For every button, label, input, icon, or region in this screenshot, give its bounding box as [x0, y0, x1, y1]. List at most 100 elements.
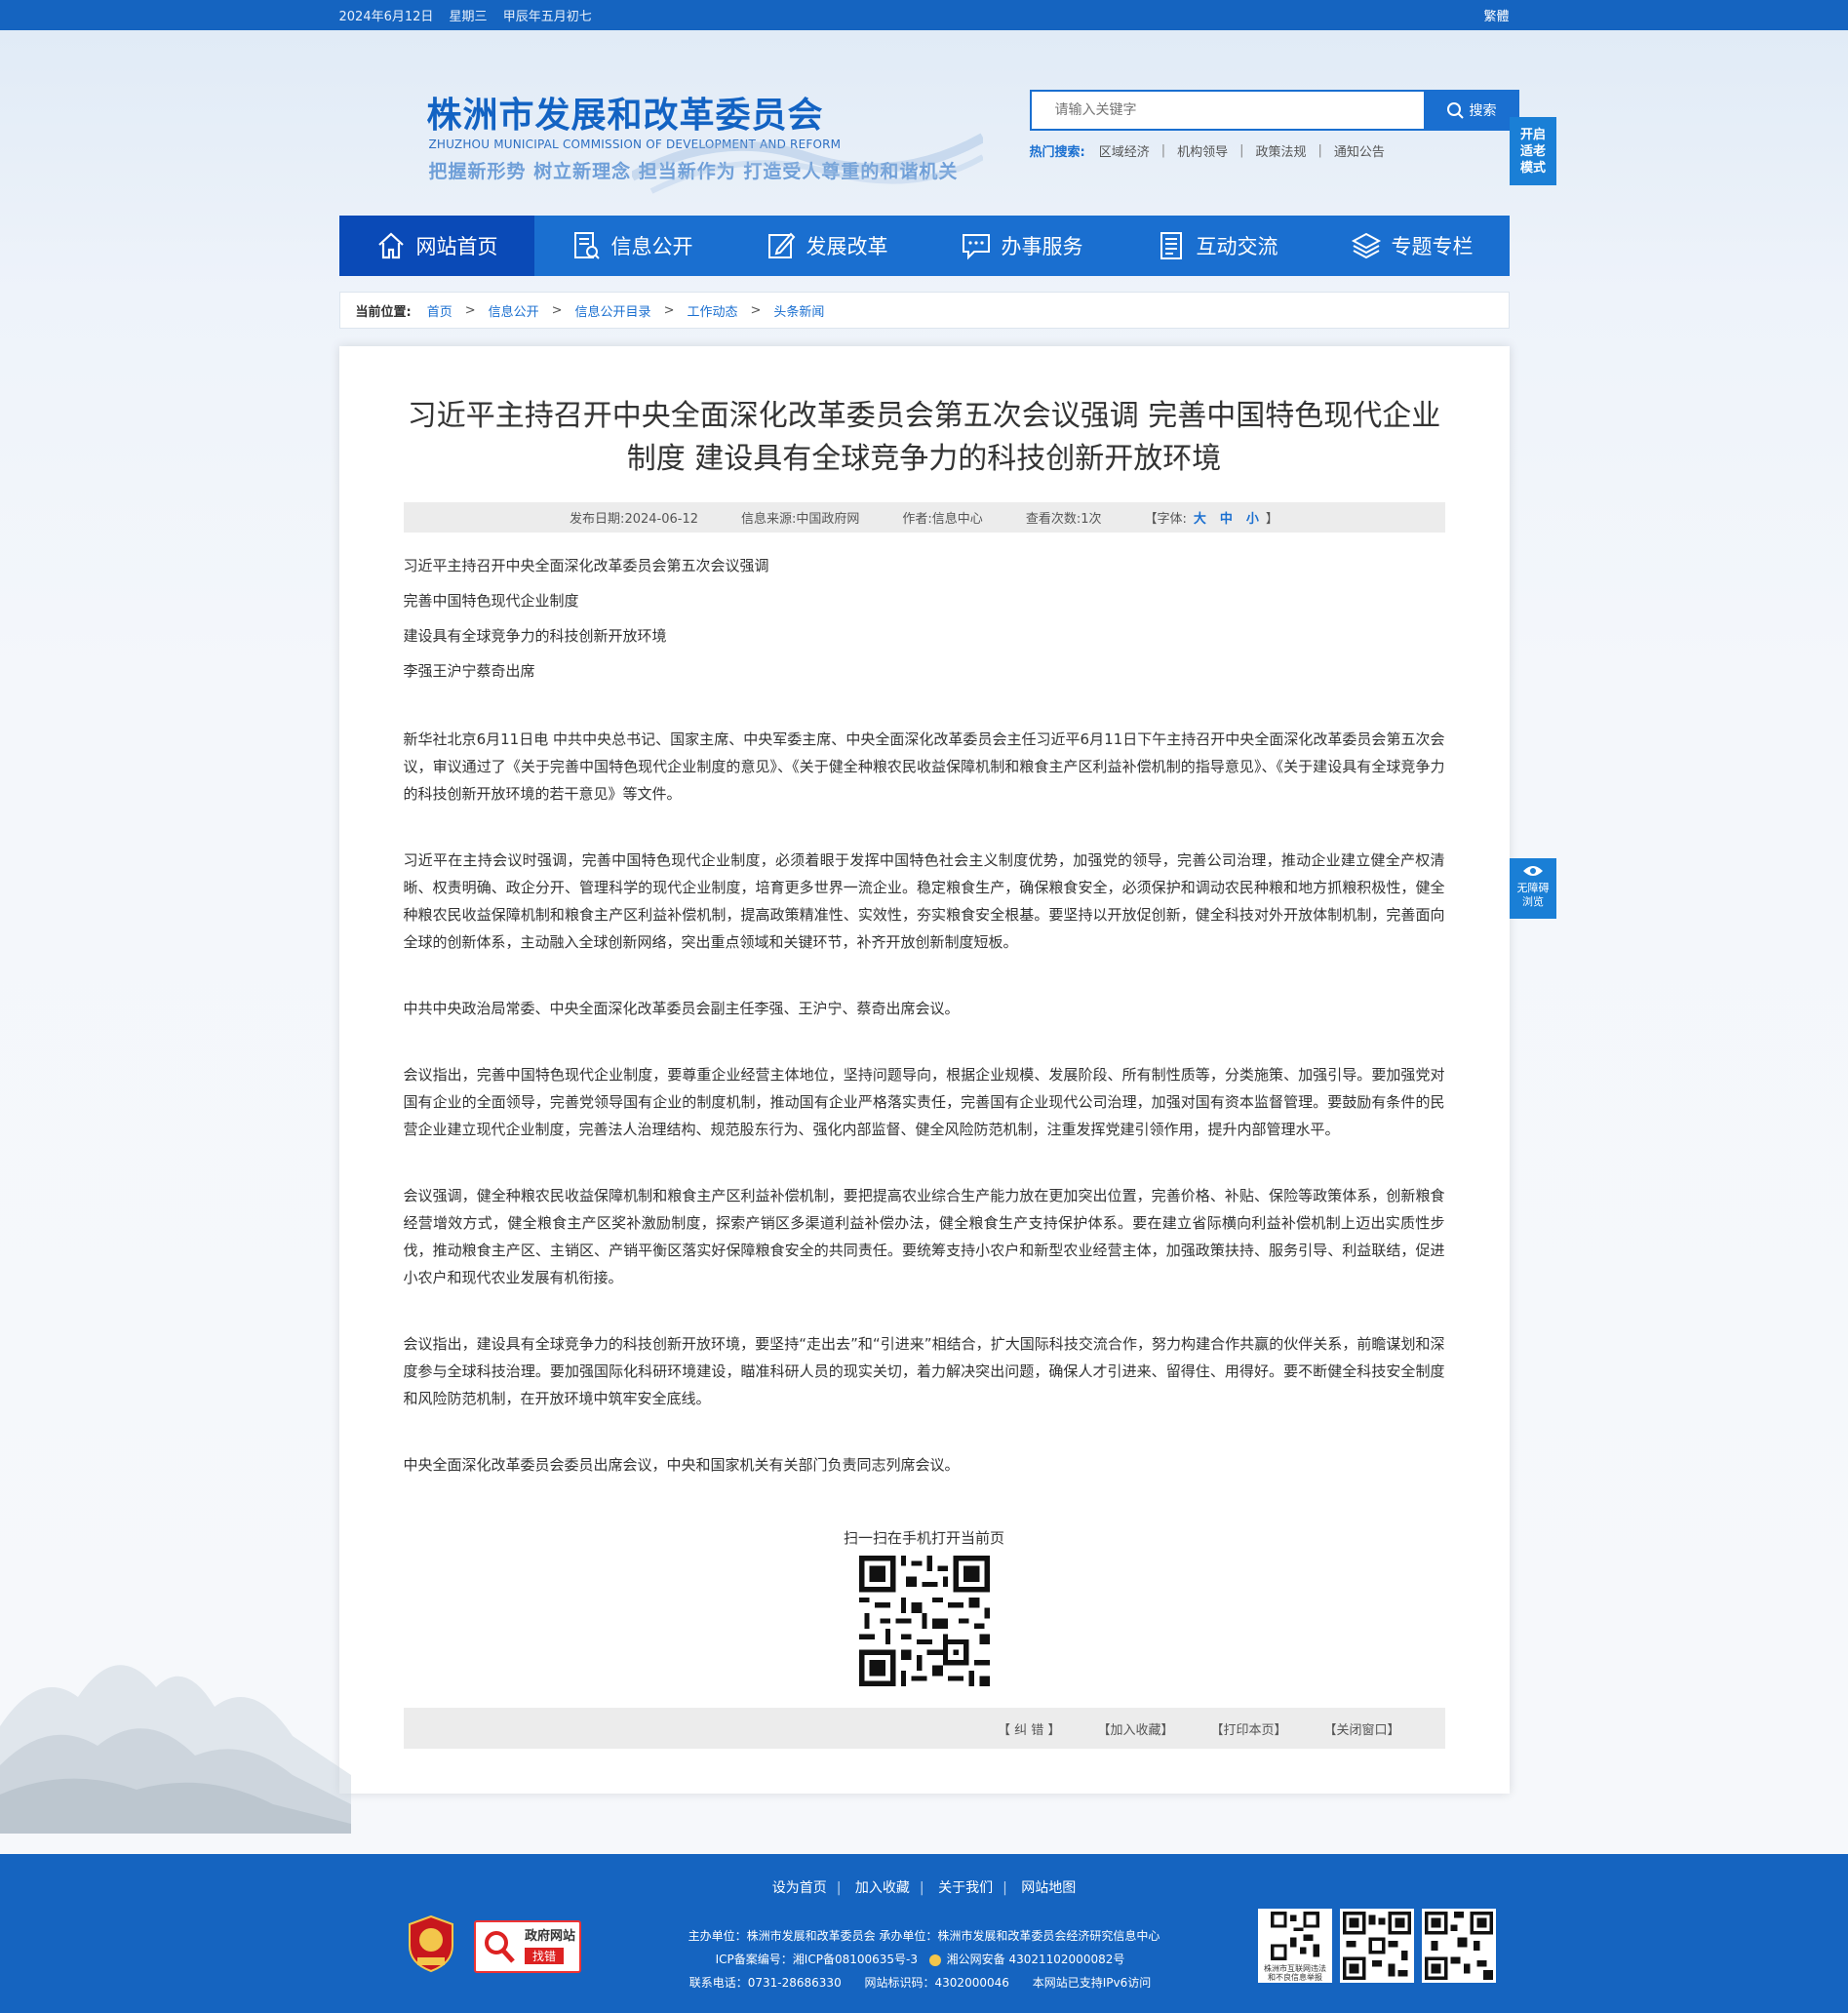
- meta-value: 信息中心: [931, 512, 983, 527]
- ipv6-notice: 本网站已支持IPv6访问: [1032, 1976, 1152, 1990]
- breadcrumb-label: 当前位置:: [355, 304, 412, 320]
- footer-links: 设为首页 | 加入收藏 | 关于我们 | 网站地图: [0, 1877, 1848, 1897]
- date-text: 2024年6月12日: [338, 10, 434, 24]
- hot-search-link[interactable]: 机构领导: [1177, 141, 1228, 160]
- meta-value: 2024-06-12: [624, 512, 698, 527]
- about-us-link[interactable]: 关于我们: [938, 1880, 993, 1896]
- nav-label: 专题专栏: [1391, 235, 1474, 258]
- search-input[interactable]: [1029, 90, 1424, 131]
- main-nav: 网站首页 信息公开 发展改革 办事服务 互动交流 专题专栏: [338, 216, 1510, 276]
- breadcrumb-link[interactable]: 头条新闻: [773, 301, 824, 320]
- article-card: 习近平主持召开中央全面深化改革委员会第五次会议强调 完善中国特色现代企业制度 建…: [338, 346, 1510, 1794]
- article-subtitle: 建设具有全球竞争力的科技创新开放环境: [403, 627, 667, 645]
- font-small-link[interactable]: 小: [1246, 512, 1259, 527]
- publish-date: 发布日期:2024-06-12: [570, 508, 698, 527]
- article-paragraph: 会议指出，建设具有全球竞争力的科技创新开放环境，要坚持“走出去”和“引进来”相结…: [403, 1335, 1445, 1407]
- layers-icon: [1351, 232, 1381, 259]
- weibo-qr-code[interactable]: [1422, 1909, 1496, 1983]
- breadcrumb-link[interactable]: 信息公开目录: [575, 301, 651, 320]
- meta-label: 作者:: [902, 512, 932, 527]
- elder-mode-button[interactable]: 开启 适老 模式: [1510, 117, 1556, 185]
- page-qr-code: [858, 1556, 990, 1686]
- police-badge-icon: [928, 1954, 941, 1966]
- hot-search-link[interactable]: 通知公告: [1334, 141, 1385, 160]
- nav-label: 网站首页: [415, 235, 498, 258]
- search-button[interactable]: 搜索: [1423, 90, 1519, 131]
- edit-icon: [767, 232, 795, 258]
- nav-item-services[interactable]: 办事服务: [924, 216, 1120, 276]
- weekday-text: 星期三: [449, 10, 488, 24]
- lunar-date-text: 甲辰年五月初七: [502, 10, 592, 24]
- hot-search-label: 热门搜索:: [1029, 145, 1085, 160]
- nav-label: 信息公开: [610, 235, 693, 258]
- hot-search-link[interactable]: 区域经济: [1099, 141, 1150, 160]
- footer-contact-line: 联系电话：0731-28686330 网站标识码：4302000046 本网站已…: [0, 1971, 1848, 1994]
- breadcrumb-link[interactable]: 首页: [427, 301, 452, 320]
- footer: 设为首页 | 加入收藏 | 关于我们 | 网站地图 政府网站 找错 主办单位：株洲市发…: [0, 1854, 1848, 2013]
- icp-number[interactable]: ICP备案编号：湘ICP备08100635号-3: [716, 1953, 918, 1966]
- elder-mode-text: 适老: [1519, 144, 1546, 159]
- eye-icon: [1523, 866, 1543, 876]
- close-window-button[interactable]: 【关闭窗口】: [1323, 1719, 1399, 1738]
- author: 作者:信息中心: [902, 508, 982, 527]
- divider: |: [1003, 1880, 1007, 1896]
- print-button[interactable]: 【打印本页】: [1210, 1719, 1286, 1738]
- footer-qr-codes: 株洲市互联网违法和不良信息举报: [1258, 1909, 1496, 1983]
- nav-item-development-reform[interactable]: 发展改革: [729, 216, 924, 276]
- add-favorite-button[interactable]: 【加入收藏】: [1097, 1719, 1173, 1738]
- article-title: 习近平主持召开中央全面深化改革委员会第五次会议强调 完善中国特色现代企业制度 建…: [407, 399, 1441, 476]
- article-subtitle: 完善中国特色现代企业制度: [403, 592, 579, 610]
- font-size-label: 【字体:: [1144, 512, 1187, 527]
- article-subtitle: 李强王沪宁蔡奇出席: [403, 662, 535, 680]
- contact-phone: 联系电话：0731-28686330: [688, 1976, 842, 1990]
- nav-label: 办事服务: [1001, 235, 1083, 258]
- view-count: 查看次数:1次: [1026, 508, 1102, 527]
- font-large-link[interactable]: 大: [1194, 512, 1206, 527]
- article-actions: 【 纠 错 】 【加入收藏】 【打印本页】 【关闭窗口】: [403, 1708, 1445, 1749]
- report-qr-caption: 株洲市互联网违法和不良信息举报: [1264, 1964, 1326, 1982]
- breadcrumb-separator: >: [663, 302, 675, 318]
- hot-search: 热门搜索: 区域经济 | 机构领导 | 政策法规 | 通知公告: [1030, 141, 1385, 160]
- divider: |: [1239, 143, 1244, 158]
- divider: |: [1160, 143, 1166, 158]
- article-paragraph: 中共中央政治局常委、中央全面深化改革委员会副主任李强、王沪宁、蔡奇出席会议。: [403, 1000, 960, 1017]
- page-qr-block: 扫一扫在手机打开当前页: [404, 1527, 1445, 1690]
- police-record-number[interactable]: 湘公网安备 43021102000082号: [947, 1953, 1125, 1966]
- accessibility-button[interactable]: 无障碍 浏览: [1510, 858, 1556, 919]
- hot-search-link[interactable]: 政策法规: [1256, 141, 1307, 160]
- article-paragraph: 新华社北京6月11日电 中共中央总书记、国家主席、中央军委主席、中央全面深化改革…: [403, 730, 1445, 803]
- nav-label: 互动交流: [1196, 235, 1278, 258]
- breadcrumb-link[interactable]: 工作动态: [687, 301, 737, 320]
- breadcrumb-separator: >: [750, 302, 762, 318]
- report-qr-code[interactable]: 株洲市互联网违法和不良信息举报: [1258, 1909, 1332, 1983]
- report-error-button[interactable]: 【 纠 错 】: [998, 1719, 1060, 1738]
- nav-item-interaction[interactable]: 互动交流: [1120, 216, 1315, 276]
- set-homepage-link[interactable]: 设为首页: [772, 1880, 827, 1896]
- search-icon: [1446, 102, 1464, 119]
- article-body: 习近平主持召开中央全面深化改革委员会第五次会议强调 完善中国特色现代企业制度 建…: [404, 552, 1445, 1479]
- qr-code-icon: [1261, 1912, 1329, 1960]
- elder-mode-text: 模式: [1519, 161, 1546, 176]
- footer-info: 主办单位：株洲市发展和改革委员会 承办单位：株洲市发展和改革委员会经济研究信息中…: [0, 1924, 1848, 1994]
- accessibility-text: 无障碍: [1516, 882, 1550, 894]
- site-code: 网站标识码：4302000046: [864, 1976, 1009, 1990]
- date-info: 2024年6月12日 星期三 甲辰年五月初七: [339, 6, 604, 24]
- breadcrumb-link[interactable]: 信息公开: [489, 301, 539, 320]
- sitemap-link[interactable]: 网站地图: [1021, 1880, 1076, 1896]
- wechat-qr-code[interactable]: [1340, 1909, 1414, 1983]
- nav-item-info-disclosure[interactable]: 信息公开: [534, 216, 729, 276]
- article-paragraph: 会议强调，健全种粮农民收益保障机制和粮食主产区利益补偿机制，要把提高农业综合生产…: [403, 1187, 1445, 1286]
- article-subtitle: 习近平主持召开中央全面深化改革委员会第五次会议强调: [403, 557, 769, 574]
- add-favorite-link[interactable]: 加入收藏: [855, 1880, 910, 1896]
- traditional-chinese-link[interactable]: 繁體: [1483, 6, 1509, 24]
- chat-icon: [962, 234, 990, 260]
- nav-item-home[interactable]: 网站首页: [338, 216, 534, 276]
- breadcrumb-separator: >: [551, 302, 563, 318]
- nav-item-special-topics[interactable]: 专题专栏: [1315, 216, 1510, 276]
- breadcrumb: 当前位置: 首页 > 信息公开 > 信息公开目录 > 工作动态 > 头条新闻: [338, 292, 1510, 329]
- info-source: 信息来源:中国政府网: [741, 508, 859, 527]
- header-decoration: [631, 133, 983, 194]
- font-size-switch: 【字体: 大中小】: [1144, 508, 1278, 527]
- elder-mode-text: 开启: [1519, 128, 1546, 142]
- font-medium-link[interactable]: 中: [1220, 512, 1233, 527]
